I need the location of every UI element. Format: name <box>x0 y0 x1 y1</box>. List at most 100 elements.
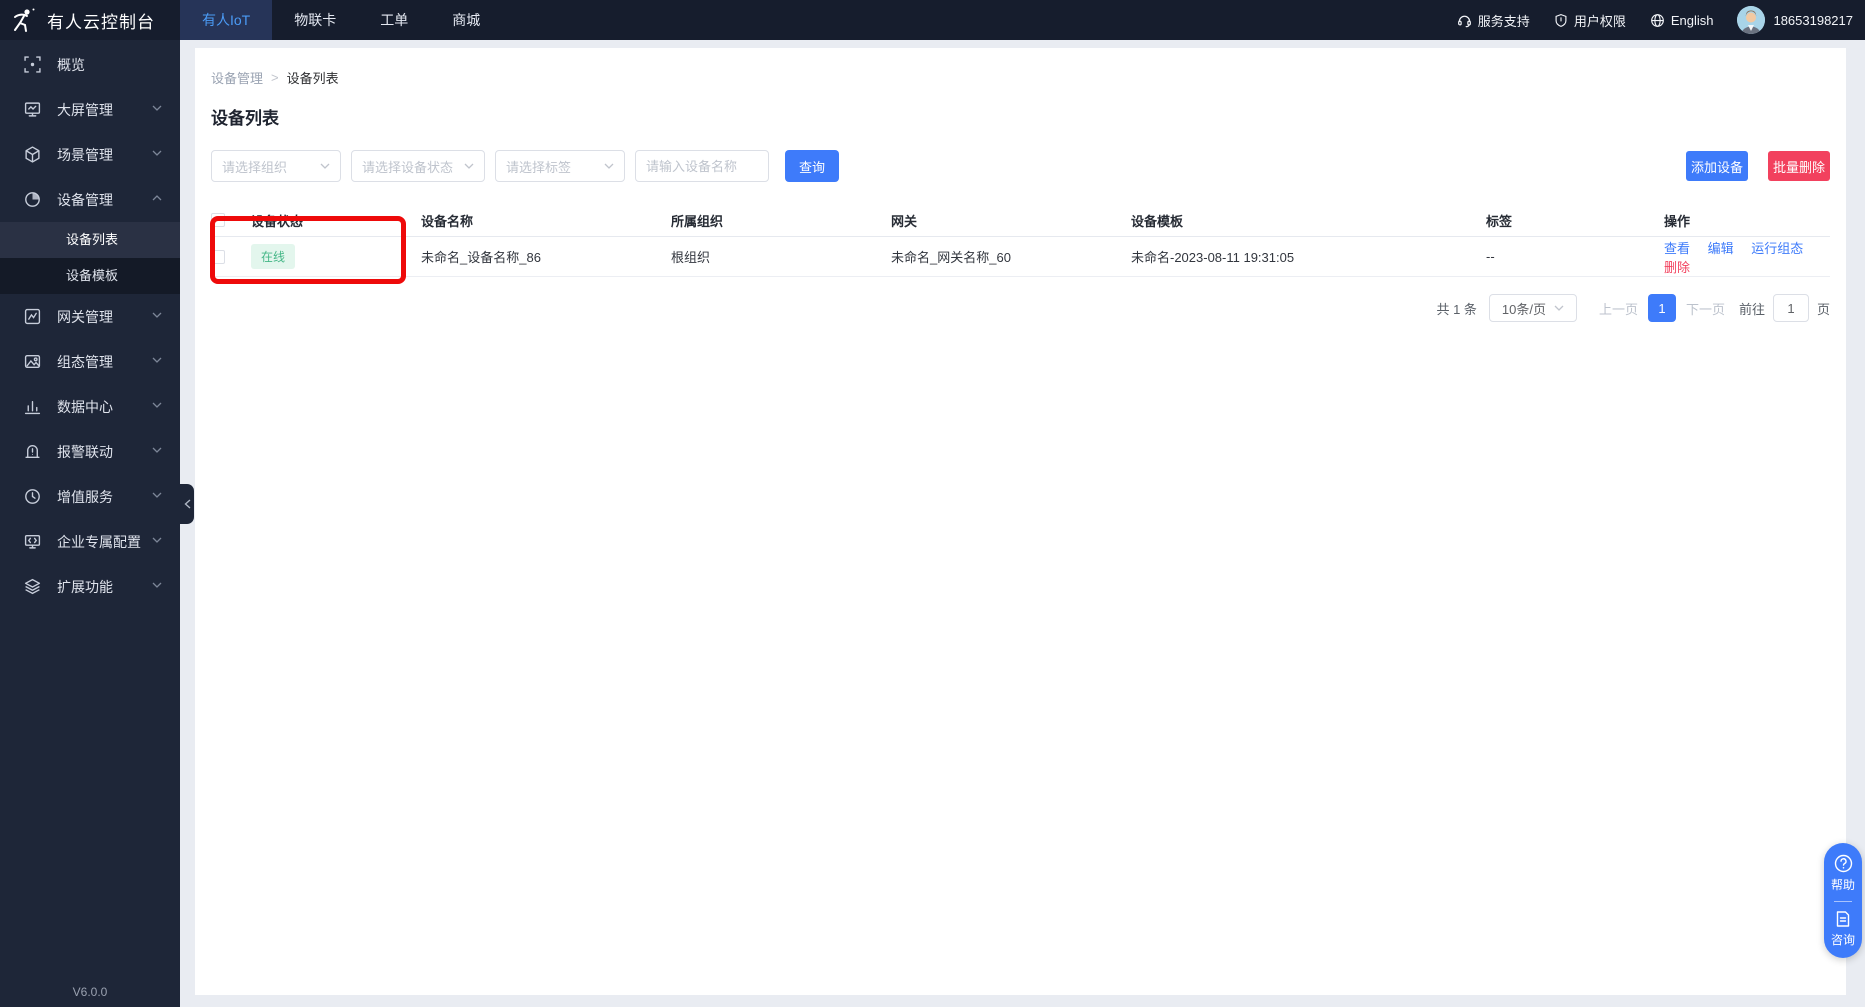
add-device-button[interactable]: 添加设备 <box>1686 151 1748 181</box>
view-link[interactable]: 查看 <box>1664 241 1690 256</box>
monitor-code-icon <box>24 533 41 550</box>
user-account[interactable]: 18653198217 <box>1737 6 1853 34</box>
sidebar-item-label: 数据中心 <box>57 398 113 415</box>
status-select-placeholder: 请选择设备状态 <box>362 159 454 175</box>
search-button[interactable]: 查询 <box>785 150 839 182</box>
tab-work-order[interactable]: 工单 <box>358 0 430 40</box>
chevron-down-icon <box>152 105 162 115</box>
chevron-down-icon <box>604 163 614 169</box>
goto-label: 前往 <box>1738 301 1765 317</box>
select-all-checkbox[interactable] <box>211 213 225 227</box>
sidebar-item-enterprise-config[interactable]: 企业专属配置 <box>0 519 180 564</box>
device-management-submenu: 设备列表 设备模板 <box>0 222 180 294</box>
sidebar-item-label: 场景管理 <box>57 146 113 163</box>
prev-page-button[interactable]: 上一页 <box>1599 299 1638 318</box>
cell-org: 根组织 <box>671 250 711 265</box>
tag-select-placeholder: 请选择标签 <box>506 159 572 175</box>
sidebar-item-overview[interactable]: 概览 <box>0 42 180 87</box>
batch-delete-button[interactable]: 批量删除 <box>1768 151 1830 181</box>
device-status-select[interactable]: 请选择设备状态 <box>351 150 485 182</box>
sidebar-item-gateway-management[interactable]: 网关管理 <box>0 294 180 339</box>
device-table: 设备状态 设备名称 所属组织 网关 设备模板 标签 操作 在线 未命名_设备名称… <box>211 204 1830 277</box>
tab-mall[interactable]: 商城 <box>430 0 502 40</box>
table-row: 在线 未命名_设备名称_86 根组织 未命名_网关名称_60 未命名-2023-… <box>211 237 1830 277</box>
tab-usr-iot[interactable]: 有人IoT <box>180 0 273 40</box>
cube-icon <box>24 146 41 163</box>
status-badge: 在线 <box>251 244 296 269</box>
sidebar-item-screen-management[interactable]: 大屏管理 <box>0 87 180 132</box>
page-size-select[interactable]: 10条/页 <box>1488 294 1577 322</box>
big-screen-icon <box>24 101 41 118</box>
layers-icon <box>24 578 41 595</box>
help-label[interactable]: 帮助 <box>1831 876 1855 893</box>
gateway-icon <box>24 308 41 325</box>
topbar: 有人云控制台 有人IoT 物联卡 工单 商城 服务支持 用户权限 English… <box>0 0 1865 40</box>
tag-select[interactable]: 请选择标签 <box>495 150 625 182</box>
consult-label[interactable]: 咨询 <box>1831 931 1855 948</box>
sidebar-item-extended-functions[interactable]: 扩展功能 <box>0 564 180 609</box>
org-select-placeholder: 请选择组织 <box>222 159 288 175</box>
headset-icon <box>1457 13 1472 28</box>
header-gateway: 网关 <box>891 213 918 229</box>
chevron-down-icon <box>464 163 474 169</box>
chevron-down-icon <box>152 357 162 367</box>
page-number-1[interactable]: 1 <box>1647 294 1676 322</box>
breadcrumb: 设备管理 > 设备列表 <box>211 48 1830 87</box>
breadcrumb-current: 设备列表 <box>286 71 339 86</box>
breadcrumb-separator: > <box>271 70 279 85</box>
floating-help-menu: 帮助 咨询 <box>1824 843 1862 958</box>
cell-device-name: 未命名_设备名称_86 <box>421 250 541 265</box>
chevron-down-icon <box>152 312 162 322</box>
chevron-up-icon <box>152 194 162 205</box>
logo-icon <box>11 7 37 33</box>
tab-iot-card[interactable]: 物联卡 <box>272 0 358 40</box>
chevron-down-icon <box>152 537 162 547</box>
service-support[interactable]: 服务支持 <box>1457 11 1530 30</box>
header-actions: 操作 <box>1664 213 1691 229</box>
chevron-down-icon <box>152 402 162 412</box>
cell-tag: -- <box>1486 249 1495 264</box>
alarm-icon <box>24 443 41 460</box>
sidebar-item-alarm-linkage[interactable]: 报警联动 <box>0 429 180 474</box>
sidebar-item-label: 扩展功能 <box>57 578 113 595</box>
chevron-down-icon <box>152 447 162 457</box>
sidebar-item-device-template[interactable]: 设备模板 <box>0 258 180 294</box>
sidebar-item-label: 组态管理 <box>57 353 113 370</box>
run-configuration-link[interactable]: 运行组态 <box>1751 241 1803 256</box>
user-permission[interactable]: 用户权限 <box>1554 11 1626 30</box>
sidebar-item-data-center[interactable]: 数据中心 <box>0 384 180 429</box>
avatar <box>1737 6 1766 34</box>
language-switch[interactable]: English <box>1650 13 1713 28</box>
page-size-value: 10条/页 <box>1501 301 1546 317</box>
delete-link[interactable]: 删除 <box>1664 260 1690 275</box>
chevron-down-icon <box>152 582 162 592</box>
sidebar-item-device-management[interactable]: 设备管理 <box>0 177 180 222</box>
sidebar-item-label: 设备管理 <box>57 191 113 208</box>
row-checkbox[interactable] <box>211 249 225 264</box>
help-question-icon[interactable] <box>1834 854 1853 873</box>
device-name-input[interactable] <box>635 150 769 182</box>
sidebar-item-configuration-management[interactable]: 组态管理 <box>0 339 180 384</box>
chevron-down-icon <box>152 150 162 160</box>
sidebar-collapse-handle[interactable] <box>180 484 194 524</box>
org-select[interactable]: 请选择组织 <box>211 150 341 182</box>
table-header-row: 设备状态 设备名称 所属组织 网关 设备模板 标签 操作 <box>211 204 1830 237</box>
sidebar-menu: 概览 大屏管理 场景管理 设备管理 设备列表 设备模板 网关管理 组态管理 数据… <box>0 40 180 609</box>
cell-gateway: 未命名_网关名称_60 <box>891 250 1011 265</box>
goto-page-input[interactable] <box>1772 294 1809 322</box>
user-permission-label: 用户权限 <box>1573 13 1626 29</box>
edit-link[interactable]: 编辑 <box>1708 241 1734 256</box>
app-title: 有人云控制台 <box>47 12 155 32</box>
chevron-down-icon <box>1554 305 1564 311</box>
header-template: 设备模板 <box>1131 213 1184 229</box>
divider <box>1834 901 1852 902</box>
logo-area[interactable]: 有人云控制台 <box>0 7 180 33</box>
sidebar-item-device-list[interactable]: 设备列表 <box>0 222 180 258</box>
next-page-button[interactable]: 下一页 <box>1686 299 1725 318</box>
consult-document-icon[interactable] <box>1834 910 1852 928</box>
globe-icon <box>1650 13 1665 28</box>
page-title: 设备列表 <box>211 109 279 128</box>
breadcrumb-parent[interactable]: 设备管理 <box>211 68 263 87</box>
sidebar-item-value-added-services[interactable]: 增值服务 <box>0 474 180 519</box>
sidebar-item-scene-management[interactable]: 场景管理 <box>0 132 180 177</box>
